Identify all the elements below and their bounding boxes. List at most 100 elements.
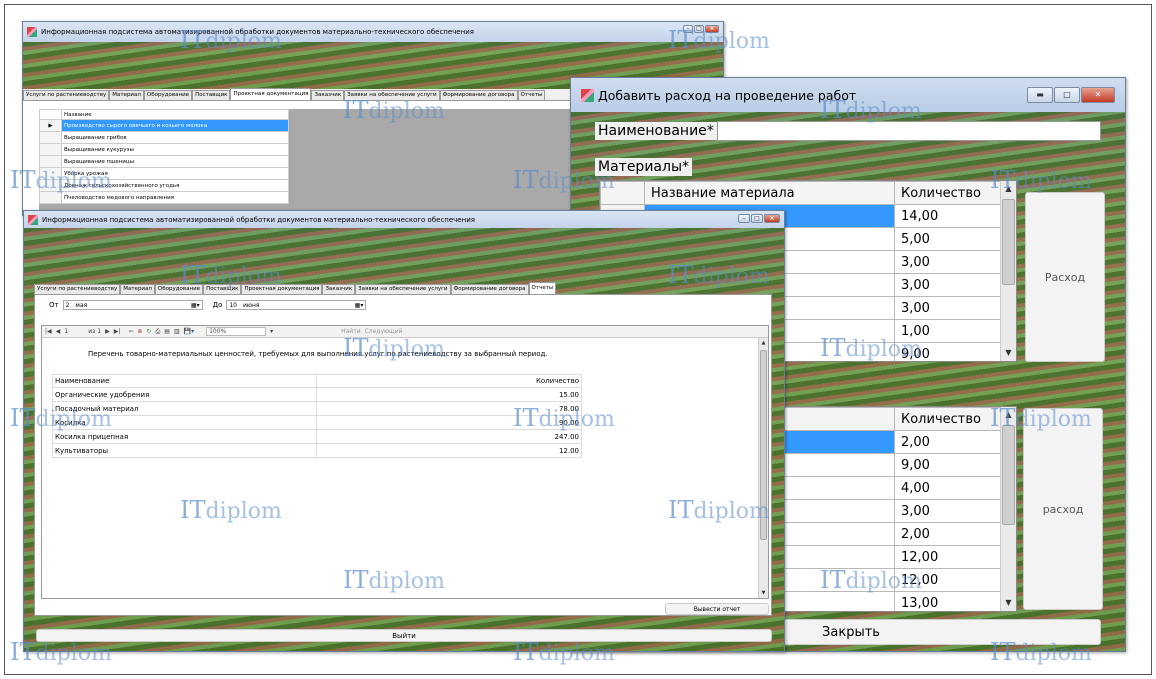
next-link[interactable]: Следующий bbox=[365, 328, 403, 335]
zoom-dropdown-icon[interactable]: ▾ bbox=[270, 328, 273, 335]
table-cell[interactable]: Выращивание кукурузы bbox=[61, 143, 289, 156]
quantity-cell[interactable]: 3,00 bbox=[894, 296, 1002, 320]
grid1-scroll-thumb[interactable] bbox=[1002, 199, 1015, 285]
row-header-cell[interactable] bbox=[39, 179, 62, 192]
table-row[interactable]: Дренаж сельскохозяйственного угодья bbox=[39, 179, 289, 192]
tab-8[interactable]: Отчеты bbox=[528, 282, 557, 294]
expense-button-2[interactable]: расход bbox=[1023, 408, 1103, 610]
tab-3[interactable]: Поставщик bbox=[192, 90, 231, 100]
minimize-button[interactable]: – bbox=[683, 25, 693, 33]
quantity-cell[interactable]: 13,00 bbox=[894, 591, 1002, 611]
table-cell[interactable]: Уборка урожая bbox=[61, 167, 289, 180]
grid2-scrollbar[interactable]: ▲ ▼ bbox=[1000, 407, 1016, 611]
table-row[interactable]: Выращивание кукурузы bbox=[39, 143, 289, 156]
name-input[interactable] bbox=[717, 121, 1101, 141]
row-header-cell[interactable] bbox=[39, 143, 62, 156]
tab-2[interactable]: Оборудование bbox=[154, 284, 204, 294]
tab-1[interactable]: Материал bbox=[109, 90, 144, 100]
resize-grip-icon[interactable]: ⋰ bbox=[1112, 637, 1121, 647]
quantity-cell[interactable]: 12,00 bbox=[894, 568, 1002, 592]
report-scrollbar[interactable]: ▲ ▼ bbox=[758, 338, 768, 598]
table-row[interactable]: ▶ Производство сырого овечьего и козьего … bbox=[39, 119, 289, 132]
tab-7[interactable]: Формирование договора bbox=[439, 90, 518, 100]
table-row[interactable]: Уборка урожая bbox=[39, 167, 289, 180]
tab-3[interactable]: Поставщик bbox=[203, 284, 242, 294]
tab-8[interactable]: Отчеты bbox=[517, 90, 546, 100]
quantity-cell[interactable]: 5,00 bbox=[894, 227, 1002, 251]
back-icon[interactable]: ⇦ bbox=[128, 328, 133, 335]
tab-5[interactable]: Заказчик bbox=[322, 284, 356, 294]
tab-1[interactable]: Материал bbox=[120, 284, 155, 294]
grid1-scrollbar[interactable]: ▲ ▼ bbox=[1000, 181, 1016, 361]
quantity-cell[interactable]: 4,00 bbox=[894, 476, 1002, 500]
table-cell[interactable]: Выращивание грибов bbox=[61, 131, 289, 144]
row-header-cell[interactable] bbox=[39, 167, 62, 180]
last-page-icon[interactable]: ▶| bbox=[114, 328, 121, 335]
dialog-minimize-button[interactable]: ▬ bbox=[1027, 87, 1053, 103]
tab-4[interactable]: Проектная документация bbox=[241, 284, 323, 294]
row-header-cell[interactable] bbox=[39, 155, 62, 168]
tab-6[interactable]: Заявки на обеспечение услуги bbox=[355, 284, 451, 294]
tab-0[interactable]: Услуги по растениеводству bbox=[34, 284, 121, 294]
quantity-cell[interactable]: 14,00 bbox=[894, 204, 1002, 228]
quantity-cell[interactable]: 3,00 bbox=[894, 499, 1002, 523]
refresh-icon[interactable]: ↻ bbox=[146, 328, 151, 335]
tab-4[interactable]: Проектная документация bbox=[230, 88, 312, 100]
row-header-cell[interactable]: ▶ bbox=[39, 119, 62, 132]
print-report-button[interactable]: Вывести отчет bbox=[665, 603, 769, 615]
tab-0[interactable]: Услуги по растениеводству bbox=[23, 90, 110, 100]
table-cell[interactable]: Производство сырого овечьего и козьего м… bbox=[61, 119, 289, 132]
quantity-cell[interactable]: 2,00 bbox=[894, 522, 1002, 546]
table-row[interactable]: Выращивание пшеницы bbox=[39, 155, 289, 168]
prev-page-icon[interactable]: ◀ bbox=[56, 328, 61, 335]
page-setup-icon[interactable]: ▥ bbox=[174, 328, 180, 335]
tab-6[interactable]: Заявки на обеспечение услуги bbox=[344, 90, 440, 100]
calendar-dropdown-icon[interactable]: ▦▾ bbox=[191, 302, 200, 309]
scroll-down-icon[interactable]: ▼ bbox=[759, 588, 768, 598]
table-cell[interactable]: Дренаж сельскохозяйственного угодья bbox=[61, 179, 289, 192]
table-cell[interactable]: Выращивание пшеницы bbox=[61, 155, 289, 168]
scroll-down-icon[interactable]: ▼ bbox=[1001, 595, 1016, 611]
print-icon[interactable]: ⎙ bbox=[155, 328, 160, 336]
close-button[interactable]: × bbox=[764, 214, 780, 223]
maximize-button[interactable]: □ bbox=[751, 214, 763, 223]
export-icon[interactable]: 💾▾ bbox=[184, 328, 194, 335]
report-scroll-thumb[interactable] bbox=[760, 350, 767, 540]
tab-7[interactable]: Формирование договора bbox=[450, 284, 529, 294]
quantity-cell[interactable]: 9,00 bbox=[894, 453, 1002, 477]
quantity-cell[interactable]: 9,00 bbox=[894, 342, 1002, 361]
zoom-select[interactable]: 100% bbox=[206, 327, 267, 336]
tab-2[interactable]: Оборудование bbox=[143, 90, 193, 100]
find-link[interactable]: Найти bbox=[341, 328, 360, 335]
expense-button-1[interactable]: Расход bbox=[1025, 192, 1105, 362]
calendar-dropdown-icon[interactable]: ▦▾ bbox=[355, 302, 364, 309]
scroll-up-icon[interactable]: ▲ bbox=[1001, 407, 1016, 423]
grid2-scroll-thumb[interactable] bbox=[1002, 425, 1015, 525]
first-page-icon[interactable]: |◀ bbox=[45, 328, 52, 335]
exit-button[interactable]: Выйти bbox=[36, 629, 772, 642]
quantity-cell[interactable]: 12,00 bbox=[894, 545, 1002, 569]
maximize-button[interactable]: □ bbox=[694, 25, 704, 33]
date-from-picker[interactable]: 2 мая ▦▾ bbox=[62, 300, 203, 310]
table-cell[interactable]: Пчеловодство медового направления bbox=[61, 191, 289, 204]
tab-5[interactable]: Заказчик bbox=[311, 90, 345, 100]
table-row[interactable]: Пчеловодство медового направления bbox=[39, 191, 289, 204]
minimize-button[interactable]: – bbox=[738, 214, 750, 223]
quantity-cell[interactable]: 2,00 bbox=[894, 430, 1002, 454]
row-header-cell[interactable] bbox=[39, 131, 62, 144]
page-number-input[interactable]: 1 bbox=[64, 328, 84, 335]
scroll-down-icon[interactable]: ▼ bbox=[1001, 345, 1016, 361]
print-layout-icon[interactable]: ▤ bbox=[164, 328, 170, 335]
quantity-cell[interactable]: 3,00 bbox=[894, 250, 1002, 274]
date-to-picker[interactable]: 10 июня ▦▾ bbox=[226, 300, 367, 310]
dialog-maximize-button[interactable]: □ bbox=[1054, 87, 1080, 103]
table-row[interactable]: Выращивание грибов bbox=[39, 131, 289, 144]
quantity-cell[interactable]: 3,00 bbox=[894, 273, 1002, 297]
stop-icon[interactable]: ⊗ bbox=[137, 328, 142, 335]
quantity-cell[interactable]: 1,00 bbox=[894, 319, 1002, 343]
scroll-up-icon[interactable]: ▲ bbox=[1001, 181, 1016, 197]
close-button[interactable]: × bbox=[705, 25, 719, 33]
dialog-close-button[interactable]: ✕ bbox=[1081, 87, 1115, 103]
scroll-up-icon[interactable]: ▲ bbox=[759, 338, 768, 348]
row-header-cell[interactable] bbox=[39, 191, 62, 204]
